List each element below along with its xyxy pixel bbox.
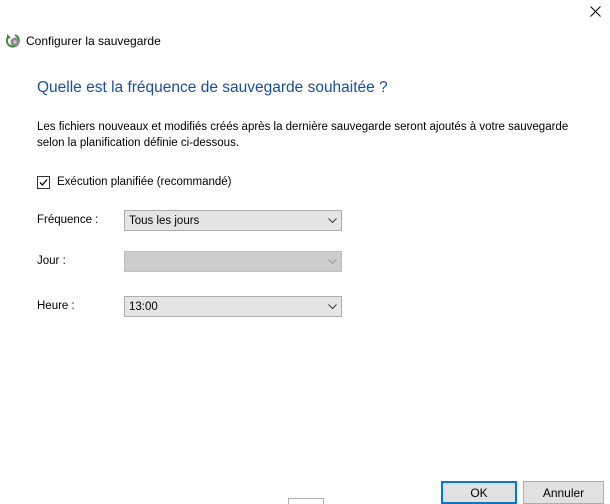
partial-button[interactable] — [288, 498, 324, 504]
window-title-bar: Configurer la sauvegarde — [6, 32, 161, 50]
close-icon — [589, 5, 601, 17]
time-label: Heure : — [37, 300, 75, 312]
chevron-down-icon — [323, 297, 341, 316]
description: Les fichiers nouveaux et modifiés créés … — [37, 119, 597, 151]
day-label: Jour : — [37, 255, 66, 267]
time-value: 13:00 — [129, 300, 158, 313]
page-heading: Quelle est la fréquence de sauvegarde so… — [37, 79, 388, 96]
scheduled-run-checkbox[interactable] — [37, 175, 50, 189]
frequency-select[interactable]: Tous les jours — [124, 210, 342, 231]
scheduled-run-option[interactable]: Exécution planifiée (recommandé) — [37, 174, 232, 190]
window-title: Configurer la sauvegarde — [26, 34, 161, 48]
scheduled-run-label: Exécution planifiée (recommandé) — [57, 176, 232, 188]
frequency-label: Fréquence : — [37, 214, 99, 226]
checkmark-icon — [39, 178, 48, 186]
frequency-value: Tous les jours — [129, 214, 200, 227]
close-button[interactable] — [580, 0, 610, 22]
chevron-down-icon — [323, 211, 341, 230]
ok-button[interactable]: OK — [441, 481, 517, 504]
cancel-button[interactable]: Annuler — [523, 481, 604, 504]
time-select[interactable]: 13:00 — [124, 296, 342, 317]
day-select[interactable] — [124, 251, 342, 272]
backup-app-icon — [6, 34, 20, 48]
description-line-2: selon la planification définie ci-dessou… — [37, 137, 240, 149]
chevron-down-icon — [323, 252, 341, 271]
description-line-1: Les fichiers nouveaux et modifiés créés … — [37, 121, 569, 133]
